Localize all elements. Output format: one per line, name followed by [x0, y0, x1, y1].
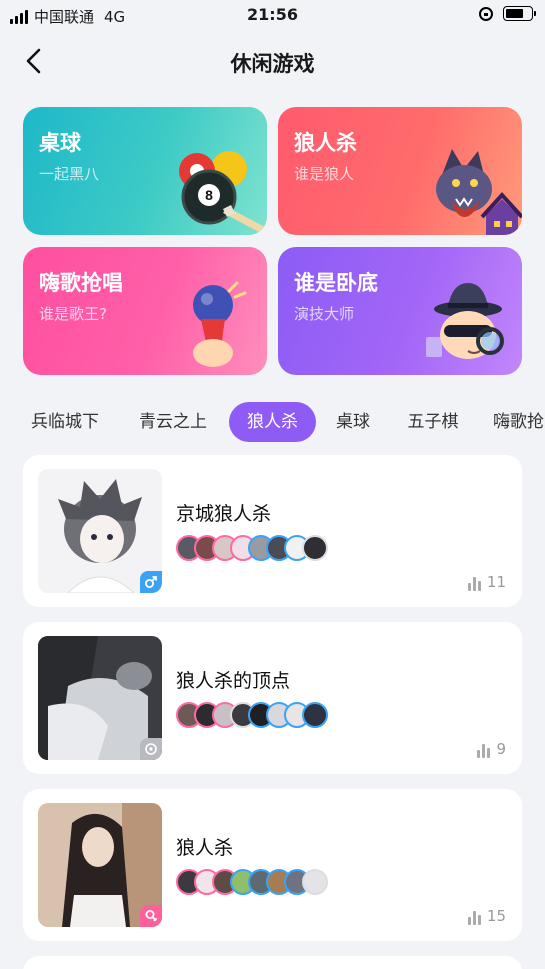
male-icon — [140, 571, 162, 593]
svg-text:8: 8 — [205, 187, 213, 203]
tab-gomoku[interactable]: 五子棋 — [403, 402, 463, 442]
game-card-title: 狼人杀 — [294, 131, 357, 155]
tab-billiards[interactable]: 桌球 — [332, 402, 374, 442]
nav-bar: 休闲游戏 — [0, 40, 545, 84]
member-count: 15 — [467, 907, 506, 925]
tab-bing-lin-cheng-xia[interactable]: 兵临城下 — [25, 402, 105, 442]
category-tabs: 兵临城下 青云之上 狼人杀 桌球 五子棋 嗨歌抢 — [0, 400, 545, 444]
female-icon — [140, 905, 162, 927]
game-card-undercover[interactable]: 谁是卧底 演技大师 — [278, 247, 522, 375]
member-count-value: 9 — [496, 740, 506, 758]
status-time: 21:56 — [247, 5, 298, 24]
room-cover-image — [38, 803, 162, 927]
tab-werewolf[interactable]: 狼人杀 — [229, 402, 316, 442]
tab-karaoke[interactable]: 嗨歌抢 — [493, 402, 545, 442]
room-card[interactable]: 京城狼人杀 11 — [23, 455, 522, 607]
member-count-value: 15 — [486, 907, 506, 925]
page-title: 休闲游戏 — [230, 52, 315, 76]
game-card-billiards[interactable]: 桌球 一起黑八 8 — [23, 107, 267, 235]
member-count: 9 — [477, 740, 506, 758]
rotation-lock-icon — [479, 6, 493, 21]
member-count: 11 — [467, 573, 506, 591]
game-cards: 桌球 一起黑八 8 狼人杀 谁是狼人 嗨歌抢唱 谁是歌王? 谁是卧底 演技大师 — [23, 107, 522, 375]
spy-icon — [426, 283, 504, 359]
game-card-subtitle: 演技大师 — [294, 305, 355, 323]
popularity-icon — [467, 911, 481, 925]
room-title: 狼人杀的顶点 — [176, 670, 291, 692]
tab-qing-yun-zhi-shang[interactable]: 青云之上 — [133, 402, 213, 442]
game-card-werewolf[interactable]: 狼人杀 谁是狼人 — [278, 107, 522, 235]
popularity-icon — [467, 577, 481, 591]
game-card-title: 桌球 — [39, 131, 81, 155]
billiards-icon: 8 — [179, 151, 265, 233]
mode-icon — [140, 738, 162, 760]
room-card[interactable] — [23, 956, 522, 969]
room-card[interactable]: 狼人杀 15 — [23, 789, 522, 941]
microphone-icon — [193, 281, 247, 367]
werewolf-icon — [436, 149, 522, 235]
room-card[interactable]: 狼人杀的顶点 9 — [23, 622, 522, 774]
game-card-subtitle: 一起黑八 — [39, 165, 100, 183]
game-card-title: 谁是卧底 — [294, 271, 378, 295]
member-count-value: 11 — [486, 573, 506, 591]
game-card-karaoke[interactable]: 嗨歌抢唱 谁是歌王? — [23, 247, 267, 375]
room-cover-image — [38, 469, 162, 593]
popularity-icon — [477, 744, 491, 758]
room-cover-image — [38, 636, 162, 760]
game-card-title: 嗨歌抢唱 — [39, 271, 123, 295]
game-card-subtitle: 谁是歌王? — [39, 305, 107, 323]
room-title: 京城狼人杀 — [176, 503, 272, 525]
battery-level — [506, 9, 523, 18]
status-bar: 中国联通 4G 21:56 — [0, 0, 545, 32]
game-card-subtitle: 谁是狼人 — [294, 165, 355, 183]
room-title: 狼人杀 — [176, 837, 234, 859]
battery-icon — [503, 6, 536, 21]
